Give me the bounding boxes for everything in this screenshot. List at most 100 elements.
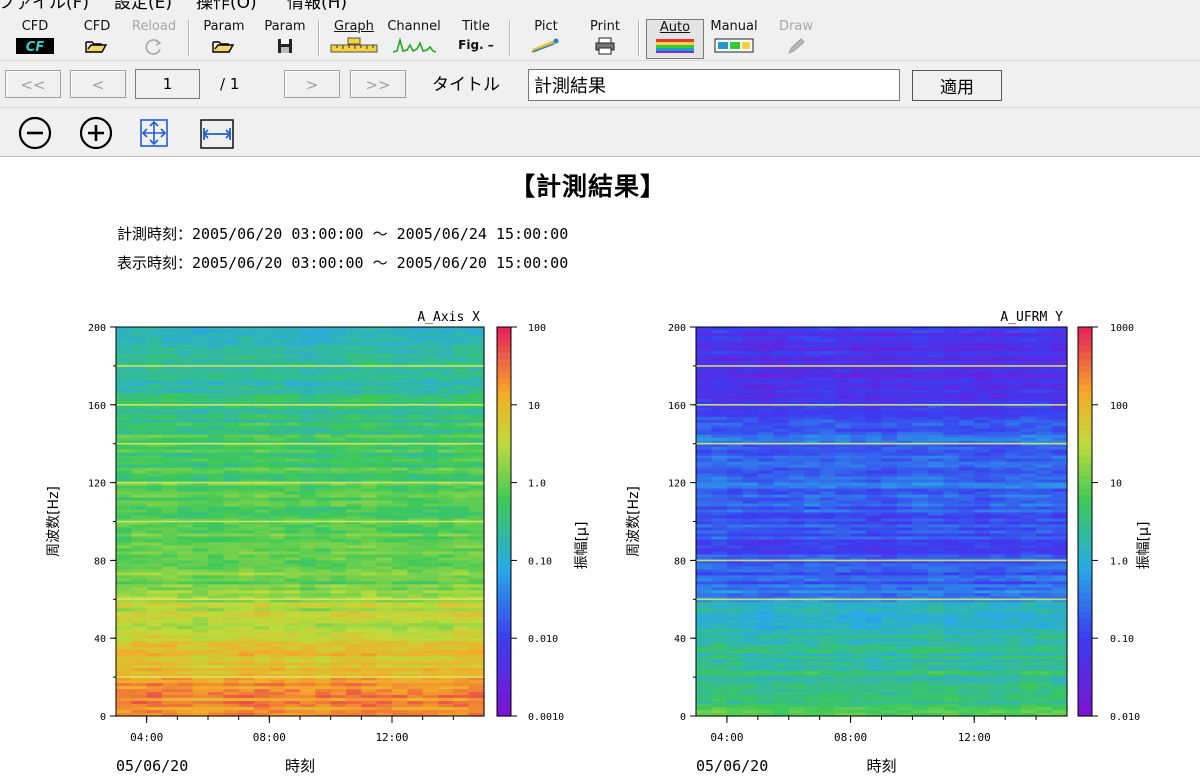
colorbar-step <box>497 404 511 412</box>
colorbar-step <box>497 683 511 691</box>
pict-label: Pict <box>534 19 558 34</box>
colorbar-step <box>497 359 511 367</box>
cfd-open-button[interactable]: CFD <box>69 19 125 59</box>
fit-width-icon <box>200 119 234 149</box>
colorbar-step <box>497 573 511 581</box>
colorbar-step <box>497 346 511 354</box>
colorbar-step <box>497 670 511 678</box>
report-title: 【計測結果】 <box>509 172 666 201</box>
colorbar-tick-label: 0.010 <box>528 634 558 645</box>
colorbar-step <box>497 703 511 711</box>
open-folder-icon <box>212 41 235 53</box>
graph-ruler-icon <box>330 37 378 53</box>
colorbar-step <box>497 631 511 639</box>
cfd-button[interactable]: CFD CF <box>7 19 63 59</box>
page-number-field[interactable]: 1 <box>135 69 200 99</box>
colorbar-step <box>497 391 511 399</box>
page-total: / 1 <box>220 75 240 93</box>
colorbar-step <box>497 612 511 620</box>
y-tick-label: 80 <box>94 556 106 567</box>
auto-colorbar-button[interactable]: Auto <box>646 19 704 59</box>
colorbar-step <box>497 508 511 516</box>
heatmap-cells <box>696 327 1068 717</box>
colorbar-tick-label: 100 <box>528 323 546 334</box>
param-save-label: Param <box>264 19 306 34</box>
zoom-out-button[interactable] <box>17 115 53 151</box>
navigation-bar: << < 1 / 1 > >> タイトル 適用 <box>0 61 1200 108</box>
first-page-button[interactable]: << <box>5 70 61 98</box>
colorbar-step <box>497 657 511 665</box>
colorbar-step <box>497 424 511 432</box>
colorbar-step <box>497 579 511 587</box>
param-save-button[interactable]: Param <box>257 19 313 59</box>
colorbar-step <box>497 560 511 568</box>
display-time: 表示時刻：2005/06/20 03:00:00 ～ 2005/06/20 15… <box>117 254 569 272</box>
draw-button[interactable]: Draw <box>768 19 824 59</box>
y-tick-label: 0 <box>100 712 106 723</box>
next-page-button[interactable]: > <box>284 70 340 98</box>
pict-button[interactable]: Pict <box>518 19 574 59</box>
print-button[interactable]: Print <box>577 19 633 59</box>
fit-all-icon <box>140 119 168 147</box>
title-fig-icon: Fig. – <box>458 38 494 52</box>
title-label: Title <box>462 19 490 34</box>
fit-width-button[interactable] <box>199 115 235 151</box>
param-open-button[interactable]: Param <box>196 19 252 59</box>
colorbar-step <box>497 339 511 348</box>
colorbar-step <box>497 372 511 380</box>
zoom-in-button[interactable] <box>78 115 114 151</box>
menu-settings[interactable]: 設定(E) <box>114 0 172 13</box>
reload-button[interactable]: Reload <box>126 19 182 59</box>
menu-bar: ファイル(F) 設定(E) 操作(O) 情報(H) <box>0 0 1200 16</box>
picture-icon <box>531 38 559 53</box>
manual-colorbar-button[interactable]: Manual <box>706 19 762 59</box>
colorbar-step <box>497 456 511 464</box>
last-page-button[interactable]: >> <box>350 70 406 98</box>
colorbar-step <box>497 411 511 419</box>
channel-button[interactable]: Channel <box>386 19 442 59</box>
toolbar-separator <box>318 20 320 56</box>
menu-info[interactable]: 情報(H) <box>287 0 347 13</box>
colorbar-step <box>497 495 511 503</box>
y-axis-label: 周波数[Hz] <box>46 486 62 557</box>
colorbar-step <box>497 586 511 594</box>
y-tick-label: 40 <box>94 634 106 645</box>
auto-colorbar-icon <box>656 39 694 53</box>
open-folder-icon <box>85 41 108 53</box>
colorbar-step <box>497 515 511 523</box>
colorbar-step <box>497 365 511 373</box>
toolbar-separator <box>188 20 190 56</box>
colorbar-step <box>497 469 511 477</box>
y-tick-label: 160 <box>88 401 106 412</box>
menu-operation[interactable]: 操作(O) <box>196 0 257 13</box>
zoom-in-icon <box>79 116 113 150</box>
colorbar-step <box>497 696 511 704</box>
colorbar-step <box>497 476 511 484</box>
menu-file[interactable]: ファイル(F) <box>0 0 89 13</box>
zoom-out-icon <box>18 116 52 150</box>
colorbar-step <box>497 644 511 652</box>
colorbar-tick-label: 10 <box>528 401 540 412</box>
colorbar-step <box>497 482 511 490</box>
toolbar-separator <box>638 20 640 56</box>
colorbar-step <box>497 605 511 613</box>
channel-spectrum-icon <box>392 37 437 53</box>
graph-button[interactable]: Graph <box>326 19 382 59</box>
graph-label: Graph <box>334 19 374 34</box>
fit-all-button[interactable] <box>136 115 172 151</box>
prev-page-button[interactable]: < <box>70 70 126 98</box>
colorbar-step <box>497 352 511 361</box>
title-field-label: タイトル <box>432 75 500 95</box>
param-open-label: Param <box>203 19 245 34</box>
zoom-toolbar <box>0 108 1200 157</box>
printer-icon <box>595 37 615 55</box>
x-tick-label: 08:00 <box>253 731 286 744</box>
title-input[interactable] <box>528 69 900 101</box>
colorbar-step <box>497 592 511 600</box>
colorbar-step <box>497 398 511 406</box>
apply-button[interactable]: 適用 <box>912 70 1002 101</box>
cfd-button-label: CFD <box>21 19 49 34</box>
plot-title: A_Axis X <box>417 310 480 325</box>
title-button[interactable]: Title Fig. – <box>448 19 504 59</box>
colorbar-step <box>497 527 511 536</box>
